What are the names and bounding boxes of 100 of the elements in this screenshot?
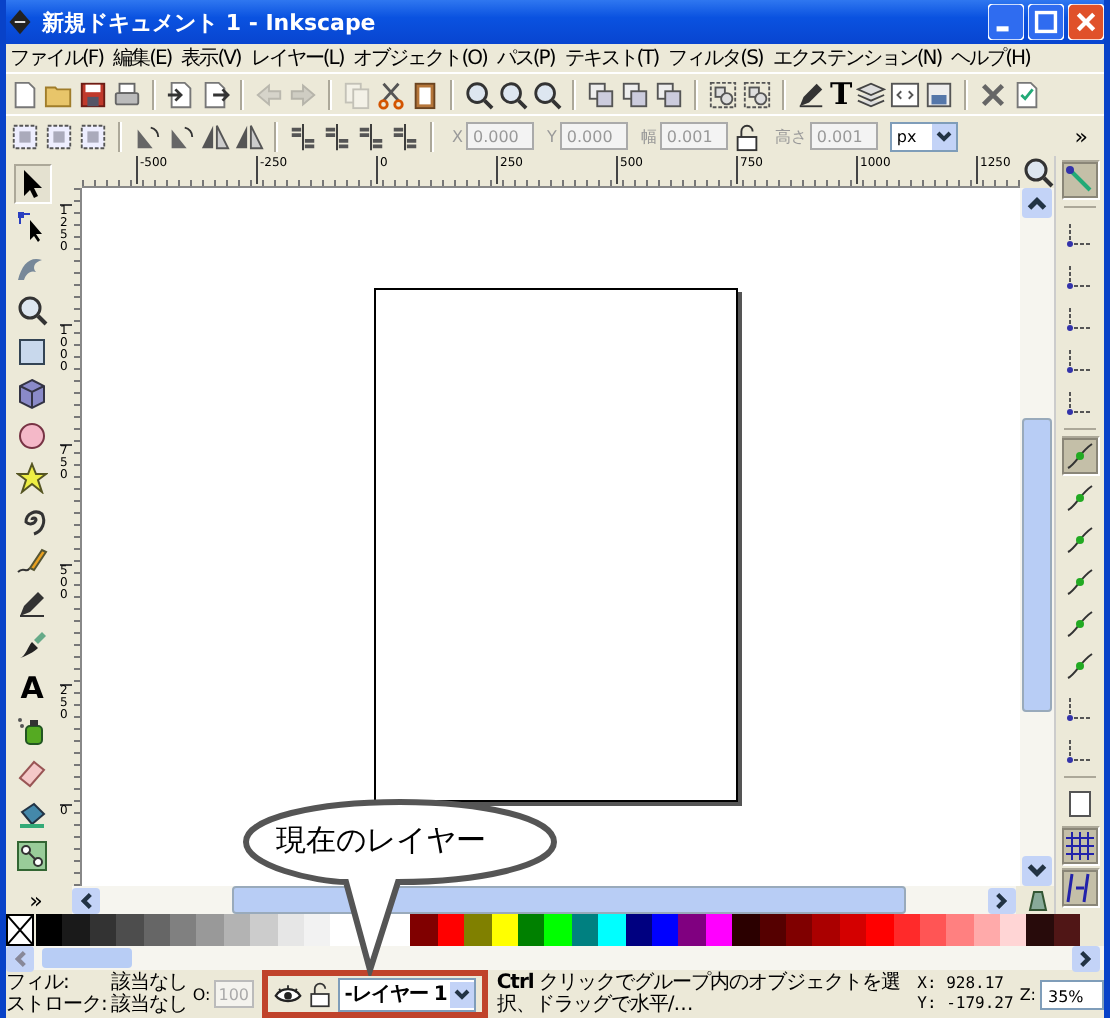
printer-icon[interactable] bbox=[112, 79, 142, 109]
color-swatch[interactable] bbox=[196, 914, 224, 946]
flip-icon[interactable] bbox=[234, 121, 264, 151]
stacked-squares-icon[interactable] bbox=[586, 79, 616, 109]
menu-item[interactable]: 編集(E) bbox=[109, 44, 178, 72]
node-snap-icon[interactable] bbox=[1064, 650, 1096, 682]
color-swatch[interactable] bbox=[303, 914, 331, 946]
vertical-scrollbar[interactable] bbox=[1020, 188, 1054, 886]
stack-order-icon[interactable] bbox=[288, 121, 318, 151]
node-snap-icon[interactable] bbox=[1064, 524, 1096, 556]
lock-icon[interactable] bbox=[732, 121, 763, 151]
scroll-thumb[interactable] bbox=[42, 948, 132, 968]
color-swatch[interactable] bbox=[464, 914, 492, 946]
stack-order-icon[interactable] bbox=[322, 121, 352, 151]
text-tool-button[interactable]: T bbox=[830, 78, 853, 110]
color-swatch[interactable] bbox=[143, 914, 170, 946]
overflow-button[interactable]: » bbox=[1074, 123, 1100, 149]
code-window-icon[interactable] bbox=[890, 79, 921, 109]
group-icon[interactable] bbox=[742, 79, 772, 109]
floppy-icon[interactable] bbox=[78, 79, 108, 109]
corner-snap-icon[interactable] bbox=[1064, 260, 1096, 292]
color-swatch[interactable] bbox=[1026, 914, 1054, 946]
corner-snap-icon[interactable] bbox=[1064, 734, 1096, 766]
color-swatch[interactable] bbox=[598, 914, 626, 946]
magnifier-icon[interactable] bbox=[1021, 156, 1053, 188]
layers-icon[interactable] bbox=[856, 79, 887, 109]
magnifier-icon[interactable] bbox=[464, 79, 494, 109]
color-swatch[interactable] bbox=[785, 914, 813, 946]
selection-icon[interactable] bbox=[78, 121, 108, 151]
tool-button[interactable] bbox=[13, 836, 51, 876]
close-button[interactable] bbox=[1068, 4, 1104, 40]
no-color-swatch[interactable] bbox=[6, 914, 34, 946]
group-icon[interactable] bbox=[708, 79, 738, 109]
color-swatch[interactable] bbox=[919, 914, 947, 946]
color-swatch[interactable] bbox=[866, 914, 893, 946]
rotate-icon[interactable] bbox=[132, 121, 162, 151]
color-swatch[interactable] bbox=[169, 914, 197, 946]
menu-item[interactable]: ファイル(F) bbox=[6, 44, 110, 72]
color-swatch[interactable] bbox=[491, 914, 519, 946]
color-swatch[interactable] bbox=[518, 914, 545, 946]
color-swatch[interactable] bbox=[893, 914, 920, 946]
color-swatch[interactable] bbox=[973, 914, 1001, 946]
tool-button[interactable] bbox=[13, 164, 51, 204]
menu-item[interactable]: オブジェクト(O) bbox=[349, 44, 493, 72]
menu-item[interactable]: パス(P) bbox=[492, 44, 561, 72]
menu-item[interactable]: フィルタ(S) bbox=[664, 44, 769, 72]
color-swatch[interactable] bbox=[678, 914, 706, 946]
checklist-icon[interactable] bbox=[1012, 79, 1043, 109]
color-swatch[interactable] bbox=[946, 914, 974, 946]
horizontal-scrollbar[interactable] bbox=[72, 886, 1016, 914]
menu-item[interactable]: エクステンション(N) bbox=[768, 44, 948, 72]
corner-snap-icon[interactable] bbox=[1064, 344, 1096, 376]
color-swatch[interactable] bbox=[36, 914, 63, 946]
lock-icon[interactable] bbox=[306, 980, 335, 1008]
stack-order-icon[interactable] bbox=[356, 121, 386, 151]
color-swatch[interactable] bbox=[116, 914, 144, 946]
color-swatch[interactable] bbox=[812, 914, 840, 946]
maximize-button[interactable] bbox=[1028, 4, 1064, 40]
node-snap-icon[interactable] bbox=[1064, 440, 1096, 472]
corner-snap-icon[interactable] bbox=[1064, 218, 1096, 250]
color-swatch[interactable] bbox=[277, 914, 304, 946]
color-swatch[interactable] bbox=[384, 914, 411, 946]
flip-icon[interactable] bbox=[200, 121, 230, 151]
color-swatch[interactable] bbox=[1053, 914, 1081, 946]
stacked-squares-icon[interactable] bbox=[620, 79, 650, 109]
guide-icon[interactable] bbox=[1064, 872, 1096, 904]
node-snap-icon[interactable] bbox=[1064, 566, 1096, 598]
color-swatch[interactable] bbox=[651, 914, 679, 946]
color-swatch[interactable] bbox=[410, 914, 438, 946]
magnifier-icon[interactable] bbox=[532, 79, 562, 109]
layer-dropdown[interactable]: -レイヤー 1 bbox=[338, 977, 477, 1011]
page-icon[interactable] bbox=[1064, 788, 1096, 820]
node-snap-icon[interactable] bbox=[1064, 482, 1096, 514]
corner-snap-icon[interactable] bbox=[1064, 302, 1096, 334]
color-swatch[interactable] bbox=[1000, 914, 1027, 946]
color-swatch[interactable] bbox=[705, 914, 733, 946]
stacked-squares-icon[interactable] bbox=[654, 79, 684, 109]
corner-snap-icon[interactable] bbox=[1064, 692, 1096, 724]
tool-button[interactable]: A bbox=[13, 668, 51, 708]
import-icon[interactable] bbox=[166, 79, 196, 109]
color-swatch[interactable] bbox=[330, 914, 358, 946]
rotate-icon[interactable] bbox=[166, 121, 196, 151]
color-swatch[interactable] bbox=[571, 914, 599, 946]
grid-icon[interactable] bbox=[1064, 830, 1096, 862]
color-swatch[interactable] bbox=[759, 914, 786, 946]
color-swatch[interactable] bbox=[437, 914, 465, 946]
color-swatch[interactable] bbox=[89, 914, 117, 946]
eye-icon[interactable] bbox=[274, 980, 303, 1008]
color-swatch[interactable] bbox=[732, 914, 760, 946]
menu-item[interactable]: テキスト(T) bbox=[560, 44, 665, 72]
snap-icon[interactable] bbox=[1064, 164, 1096, 196]
color-swatch[interactable] bbox=[625, 914, 652, 946]
menu-item[interactable]: 表示(V) bbox=[177, 44, 247, 72]
pen-icon[interactable] bbox=[796, 79, 826, 109]
palette-scrollbar[interactable] bbox=[6, 946, 1104, 970]
menu-item[interactable]: ヘルプ(H) bbox=[947, 44, 1036, 72]
color-swatch[interactable] bbox=[839, 914, 867, 946]
align-icon[interactable] bbox=[924, 79, 955, 109]
minimize-button[interactable] bbox=[988, 4, 1024, 40]
magnifier-icon[interactable] bbox=[498, 79, 528, 109]
